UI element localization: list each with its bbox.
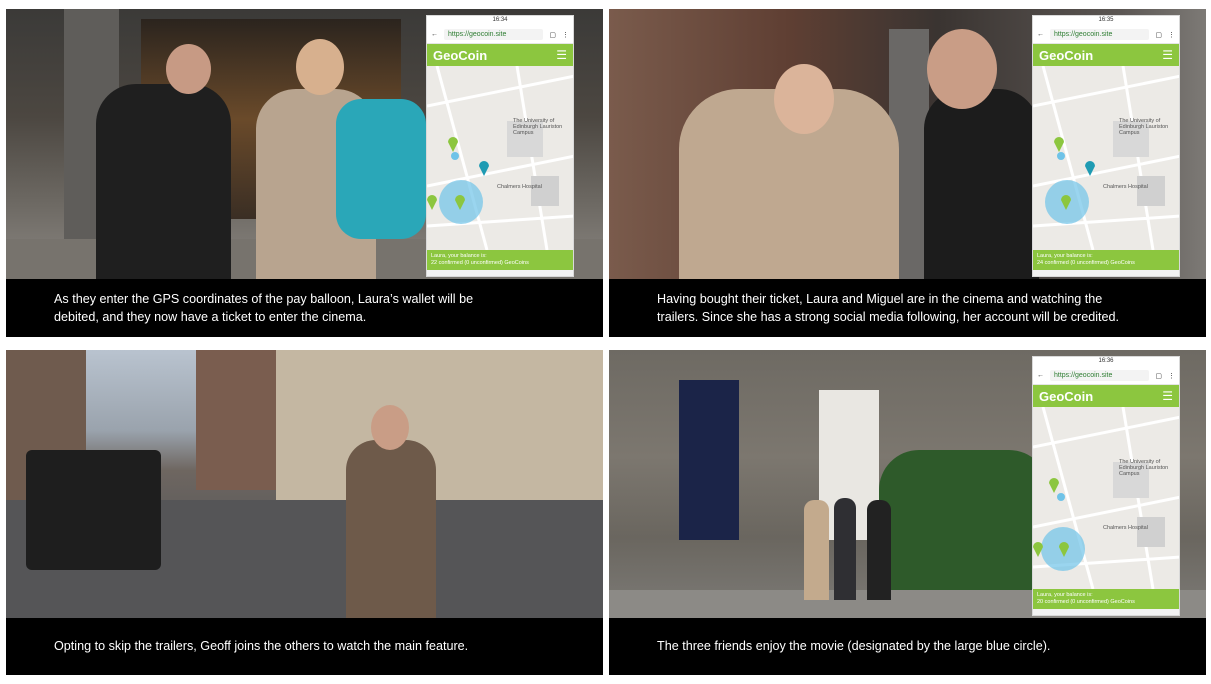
geocoin-logo: GeoCoin	[1039, 388, 1094, 404]
map-label-hospital: Chalmers Hospital	[1103, 184, 1148, 190]
caption-line: The three friends enjoy the movie (desig…	[657, 639, 1051, 653]
caption-2: Having bought their ticket, Laura and Mi…	[609, 279, 1206, 337]
phone-status-bar: 16:36	[1033, 357, 1179, 367]
map-pin-green-icon[interactable]	[1054, 137, 1064, 152]
phone-screen: 16:35 ← https://geocoin.site ▢ ⋮ GeoCoin…	[1032, 15, 1180, 277]
balance-footer: Laura, your balance is: 20 confirmed (0 …	[1033, 589, 1179, 609]
geocoin-logo: GeoCoin	[1039, 47, 1094, 63]
back-arrow-icon[interactable]: ←	[1037, 372, 1044, 379]
map-view[interactable]: The University of Edinburgh Lauriston Ca…	[1033, 406, 1179, 590]
scene-street-geoff	[6, 350, 603, 618]
map-svg	[427, 65, 573, 251]
map-view[interactable]: The University of Edinburgh Lauriston Ca…	[427, 65, 573, 251]
url-field[interactable]: https://geocoin.site	[444, 29, 544, 40]
tabs-icon[interactable]: ▢	[549, 31, 556, 39]
video-storyboard-grid: 16:34 ← https://geocoin.site ▢ ⋮ GeoCoin…	[6, 9, 1206, 675]
tabs-icon[interactable]: ▢	[1155, 31, 1162, 39]
phone-status-bar: 16:35	[1033, 16, 1179, 26]
map-pin-green-icon[interactable]	[427, 195, 437, 210]
browser-url-bar[interactable]: ← https://geocoin.site ▢ ⋮	[1033, 367, 1179, 385]
caption-3: Opting to skip the trailers, Geoff joins…	[6, 618, 603, 675]
map-svg	[1033, 406, 1179, 590]
map-label-university: The University of Edinburgh Lauriston Ca…	[1119, 459, 1169, 477]
geocoin-app-bar: GeoCoin ☰	[1033, 44, 1179, 66]
map-blue-dot[interactable]	[1057, 152, 1065, 160]
caption-line: debited, and they now have a ticket to e…	[54, 310, 367, 324]
geocoin-app-bar: GeoCoin ☰	[1033, 385, 1179, 407]
map-label-hospital: Chalmers Hospital	[1103, 525, 1148, 531]
geocoin-logo: GeoCoin	[433, 47, 488, 63]
browser-url-bar[interactable]: ← https://geocoin.site ▢ ⋮	[427, 26, 573, 44]
map-view[interactable]: The University of Edinburgh Lauriston Ca…	[1033, 65, 1179, 251]
map-pin-green-icon[interactable]	[448, 137, 458, 152]
map-pin-green-icon[interactable]	[1049, 478, 1059, 493]
caption-line: Having bought their ticket, Laura and Mi…	[657, 292, 1103, 306]
balance-label: Laura, your balance is:	[431, 253, 487, 259]
map-building-hospital	[531, 176, 559, 206]
overflow-menu-icon[interactable]: ⋮	[1168, 372, 1175, 380]
tabs-icon[interactable]: ▢	[1155, 372, 1162, 380]
balance-value: 20 confirmed (0 unconfirmed) GeoCoins	[1037, 599, 1135, 605]
caption-4: The three friends enjoy the movie (desig…	[609, 618, 1206, 675]
phone-screen: 16:34 ← https://geocoin.site ▢ ⋮ GeoCoin…	[426, 15, 574, 277]
map-pin-green-icon[interactable]	[1033, 542, 1043, 557]
balance-value: 22 confirmed (0 unconfirmed) GeoCoins	[431, 260, 529, 266]
hamburger-menu-icon[interactable]: ☰	[1162, 389, 1173, 403]
back-arrow-icon[interactable]: ←	[431, 31, 438, 38]
status-time: 16:34	[492, 17, 508, 23]
panel-1: 16:34 ← https://geocoin.site ▢ ⋮ GeoCoin…	[6, 9, 603, 337]
map-svg	[1033, 65, 1179, 251]
status-time: 16:36	[1098, 358, 1114, 364]
map-blue-dot[interactable]	[451, 152, 459, 160]
panel-4: 16:36 ← https://geocoin.site ▢ ⋮ GeoCoin…	[609, 350, 1206, 675]
geocoin-app-bar: GeoCoin ☰	[427, 44, 573, 66]
status-time: 16:35	[1098, 17, 1114, 23]
balance-label: Laura, your balance is:	[1037, 253, 1093, 259]
url-field[interactable]: https://geocoin.site	[1050, 370, 1150, 381]
balance-footer: Laura, your balance is: 22 confirmed (0 …	[427, 250, 573, 270]
hamburger-menu-icon[interactable]: ☰	[1162, 48, 1173, 62]
balance-label: Laura, your balance is:	[1037, 592, 1093, 598]
caption-1: As they enter the GPS coordinates of the…	[6, 279, 603, 337]
balance-value: 24 confirmed (0 unconfirmed) GeoCoins	[1037, 260, 1135, 266]
balance-footer: Laura, your balance is: 24 confirmed (0 …	[1033, 250, 1179, 270]
phone-status-bar: 16:34	[427, 16, 573, 26]
map-label-hospital: Chalmers Hospital	[497, 184, 542, 190]
phone-screen: 16:36 ← https://geocoin.site ▢ ⋮ GeoCoin…	[1032, 356, 1180, 616]
back-arrow-icon[interactable]: ←	[1037, 31, 1044, 38]
map-blue-dot[interactable]	[1057, 493, 1065, 501]
caption-line: trailers. Since she has a strong social …	[657, 310, 1120, 324]
caption-line: As they enter the GPS coordinates of the…	[54, 292, 474, 306]
url-field[interactable]: https://geocoin.site	[1050, 29, 1150, 40]
overflow-menu-icon[interactable]: ⋮	[562, 31, 569, 39]
panel-3: Opting to skip the trailers, Geoff joins…	[6, 350, 603, 675]
hamburger-menu-icon[interactable]: ☰	[556, 48, 567, 62]
map-label-university: The University of Edinburgh Lauriston Ca…	[1119, 118, 1169, 136]
overflow-menu-icon[interactable]: ⋮	[1168, 31, 1175, 39]
panel-2: 16:35 ← https://geocoin.site ▢ ⋮ GeoCoin…	[609, 9, 1206, 337]
caption-line: Opting to skip the trailers, Geoff joins…	[54, 639, 469, 653]
map-label-university: The University of Edinburgh Lauriston Ca…	[513, 118, 563, 136]
browser-url-bar[interactable]: ← https://geocoin.site ▢ ⋮	[1033, 26, 1179, 44]
